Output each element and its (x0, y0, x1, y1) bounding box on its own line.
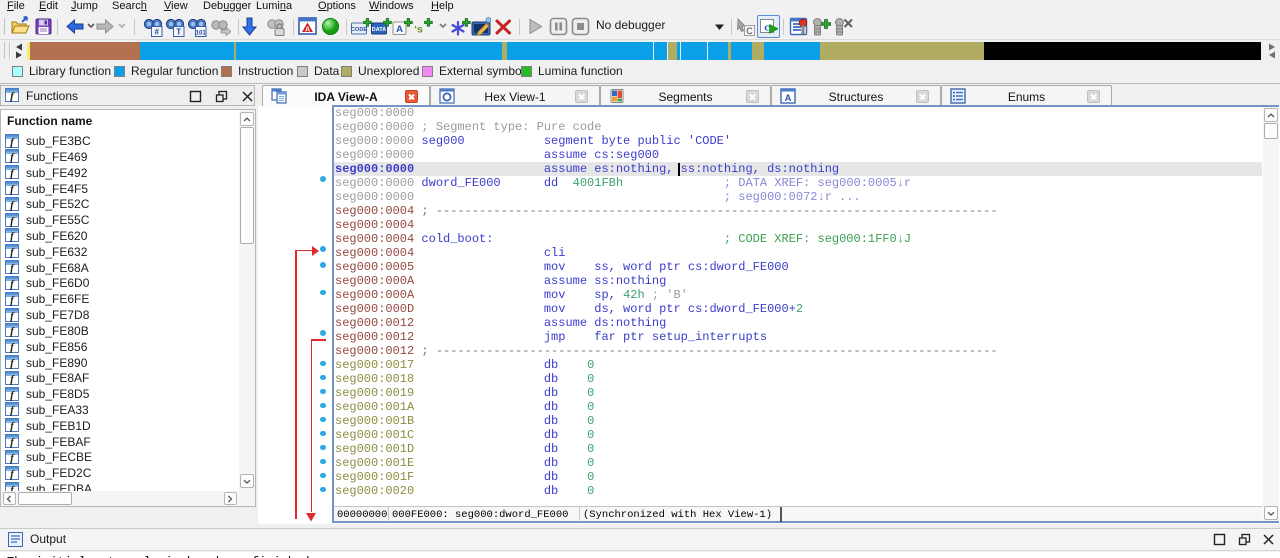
svg-text:101: 101 (196, 30, 207, 36)
svg-text:DATA: DATA (372, 27, 387, 33)
svg-text:A: A (305, 26, 310, 33)
svg-text:CODE: CODE (351, 27, 367, 33)
svg-text:T: T (176, 27, 181, 36)
svg-text:#: # (154, 27, 159, 36)
svg-text:c: c (764, 22, 769, 34)
svg-text:A: A (396, 24, 403, 35)
svg-text:C: C (746, 26, 753, 36)
svg-text:‘s: ‘s (414, 24, 423, 36)
